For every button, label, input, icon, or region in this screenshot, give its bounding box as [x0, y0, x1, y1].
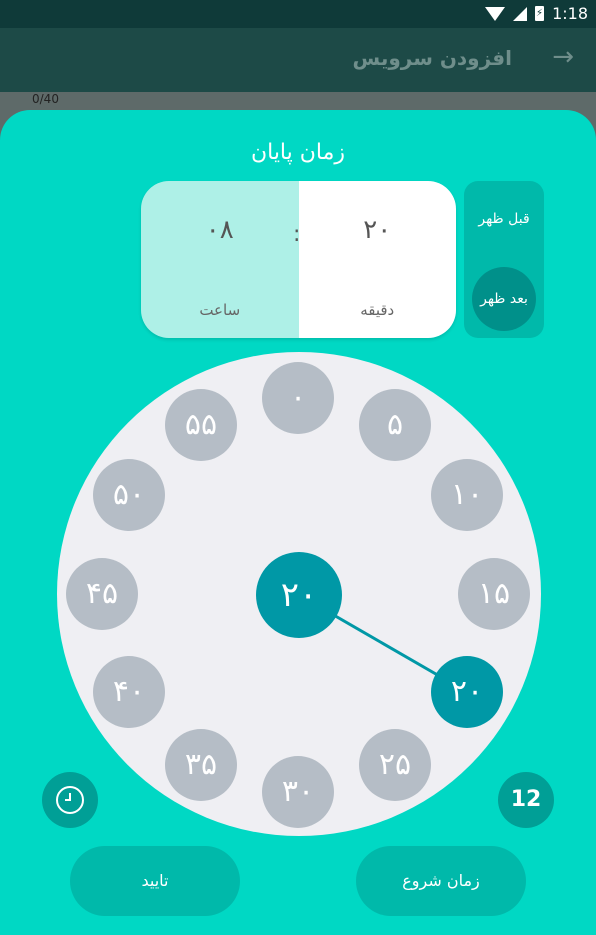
clock-face-icon — [56, 786, 84, 814]
clock-icon[interactable] — [42, 772, 98, 828]
status-time: 1:18 — [552, 4, 588, 23]
time-separator: : — [293, 222, 301, 247]
status-bar: ⚡ 1:18 — [0, 0, 596, 28]
minute-tick-30[interactable]: ۳۰ — [262, 756, 334, 828]
minute-tick-15[interactable]: ۱۵ — [458, 558, 530, 630]
minute-value: ۲۰ — [363, 215, 392, 245]
pm-option[interactable]: بعد ظهر — [472, 267, 536, 331]
app-bar: افزودن سرویس → — [0, 28, 596, 92]
am-option[interactable]: قبل ظهر — [464, 211, 544, 227]
arrow-right-icon[interactable]: → — [552, 42, 574, 72]
start-time-button[interactable]: زمان شروع — [356, 846, 526, 916]
minute-label: دقیقه — [360, 301, 395, 319]
selected-value-center: ۲۰ — [256, 552, 342, 638]
hour-label: ساعت — [199, 301, 241, 319]
minute-tick-10[interactable]: ۱۰ — [431, 459, 503, 531]
minute-tick-45[interactable]: ۴۵ — [66, 558, 138, 630]
format-12h-button[interactable]: 12 — [498, 772, 554, 828]
minute-tick-55[interactable]: ۵۵ — [165, 389, 237, 461]
selected-minute-tick[interactable]: ۲۰ — [431, 656, 503, 728]
minute-tick-25[interactable]: ۲۵ — [359, 729, 431, 801]
picker-title: زمان پایان — [250, 140, 346, 165]
page-title: افزودن سرویس — [352, 46, 512, 70]
minute-tick-50[interactable]: ۵۰ — [93, 459, 165, 531]
am-pm-toggle: قبل ظهر بعد ظهر — [464, 181, 544, 338]
char-counter: 0/40 — [32, 92, 59, 106]
minute-tick-40[interactable]: ۴۰ — [93, 656, 165, 728]
confirm-button[interactable]: تایید — [70, 846, 240, 916]
minute-tick-0[interactable]: ۰ — [262, 362, 334, 434]
minute-segment[interactable]: ۲۰ دقیقه — [298, 181, 456, 338]
minute-tick-35[interactable]: ۳۵ — [165, 729, 237, 801]
wifi-icon — [485, 6, 506, 21]
time-display: ۰۸ ساعت ۲۰ دقیقه — [141, 181, 456, 338]
minute-tick-5[interactable]: ۵ — [359, 389, 431, 461]
signal-icon — [513, 6, 528, 21]
battery-icon: ⚡ — [535, 6, 545, 21]
hour-segment[interactable]: ۰۸ ساعت — [141, 181, 299, 338]
hour-value: ۰۸ — [205, 215, 234, 245]
